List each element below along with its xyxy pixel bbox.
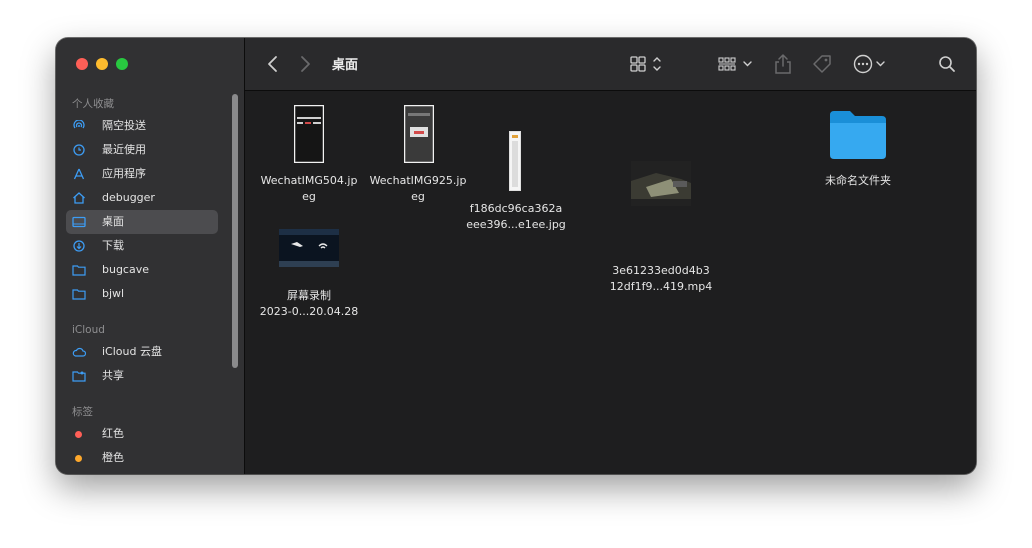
folder-name: 未命名文件夹 (825, 174, 891, 187)
image-thumbnail (509, 131, 521, 191)
sidebar-item-label: 红色 (102, 427, 124, 440)
image-thumbnail (404, 105, 434, 163)
home-icon (73, 192, 85, 204)
file-name-line: WechatIMG925.jp (369, 174, 467, 187)
file-grid[interactable]: WechatIMG504.jp eg WechatIMG925.jp eg f1… (245, 91, 976, 474)
file-name-line: 3e61233ed0d4b3 (612, 264, 710, 277)
sidebar-tag-red[interactable]: 红色 (66, 422, 218, 446)
file-name-line: 屏幕录制 (287, 289, 331, 302)
sidebar-tag-yellow[interactable]: 黄色 (66, 470, 218, 474)
sidebar-item-label: debugger (102, 191, 155, 204)
sidebar-item-recents[interactable]: 最近使用 (66, 138, 218, 162)
tag-icon[interactable] (810, 52, 834, 76)
sidebar-item-label: 橙色 (102, 451, 124, 464)
sidebar-item-downloads[interactable]: 下载 (66, 234, 218, 258)
desktop-icon (72, 216, 86, 228)
sidebar-item-label: iCloud 云盘 (102, 345, 162, 358)
close-window-button[interactable] (76, 58, 88, 70)
sidebar-item-label: 下载 (102, 239, 124, 252)
sidebar-item-label: 共享 (102, 369, 124, 382)
sidebar-item-label: 应用程序 (102, 167, 146, 180)
file-item[interactable]: f186dc96ca362a eee396...e1ee.jpg (461, 91, 571, 241)
icloud-header: iCloud (72, 324, 105, 336)
file-name-line: eg (302, 190, 316, 203)
sidebar: 个人收藏 隔空投送 最近使用 应用程序 debugger 桌面 下载 bugca… (56, 38, 245, 474)
file-item[interactable]: 屏幕录制 2023-0...20.04.28 (254, 226, 364, 366)
minimize-window-button[interactable] (96, 58, 108, 70)
clock-icon (73, 144, 85, 156)
orange-tag-dot (75, 455, 82, 462)
sidebar-item-airdrop[interactable]: 隔空投送 (66, 114, 218, 138)
folder-icon (72, 289, 86, 300)
grid-view-icon[interactable] (629, 52, 667, 76)
search-icon[interactable] (936, 52, 958, 76)
video-thumbnail (631, 161, 691, 206)
sidebar-tag-orange[interactable]: 橙色 (66, 446, 218, 470)
toolbar: 桌面 (245, 38, 976, 91)
chevron-right-icon[interactable] (295, 52, 315, 76)
sidebar-list[interactable]: 个人收藏 隔空投送 最近使用 应用程序 debugger 桌面 下载 bugca… (56, 92, 244, 474)
folder-item[interactable]: 未命名文件夹 (803, 91, 913, 231)
sidebar-item-label: bjwl (102, 287, 125, 300)
sidebar-item-shared[interactable]: 共享 (66, 364, 218, 388)
window-controls (76, 58, 128, 70)
sidebar-item-label: bugcave (102, 263, 150, 276)
sidebar-item-label: 桌面 (102, 215, 124, 228)
sidebar-item-icloud-drive[interactable]: iCloud 云盘 (66, 340, 218, 364)
file-name-line: f186dc96ca362a (469, 202, 563, 215)
share-icon[interactable] (772, 52, 794, 76)
file-item[interactable]: WechatIMG504.jp eg (254, 91, 364, 221)
ellipsis-circle-icon[interactable] (851, 52, 891, 76)
sidebar-item-home[interactable]: debugger (66, 186, 218, 210)
sidebar-item-bugcave[interactable]: bugcave (66, 258, 218, 282)
group-by-icon[interactable] (717, 52, 757, 76)
download-icon (73, 240, 85, 252)
chevron-left-icon[interactable] (263, 52, 283, 76)
tags-header: 标签 (72, 406, 93, 418)
sidebar-item-label: 隔空投送 (102, 119, 146, 132)
sidebar-scrollbar[interactable] (232, 94, 238, 368)
file-name-line: WechatIMG504.jp (260, 174, 358, 187)
favorites-header: 个人收藏 (72, 98, 114, 110)
applications-icon (73, 168, 85, 180)
page-title: 桌面 (332, 58, 359, 73)
image-thumbnail (294, 105, 324, 163)
file-item[interactable]: 3e61233ed0d4b3 12df1f9...419.mp4 (606, 91, 716, 301)
zoom-window-button[interactable] (116, 58, 128, 70)
folder-icon (72, 265, 86, 276)
folder-icon (830, 111, 886, 159)
red-tag-dot (75, 431, 82, 438)
airdrop-icon (73, 120, 85, 129)
screen-recording-thumbnail (279, 229, 339, 267)
sidebar-item-desktop[interactable]: 桌面 (66, 210, 218, 234)
file-name-line: 12df1f9...419.mp4 (609, 280, 713, 293)
file-item[interactable]: WechatIMG925.jp eg (363, 91, 473, 221)
finder-window: 个人收藏 隔空投送 最近使用 应用程序 debugger 桌面 下载 bugca… (56, 38, 976, 474)
cloud-icon (72, 347, 86, 357)
file-name-line: eee396...e1ee.jpg (466, 218, 566, 231)
file-name-line: 2023-0...20.04.28 (259, 305, 359, 318)
sidebar-item-label: 最近使用 (102, 143, 146, 156)
sidebar-item-applications[interactable]: 应用程序 (66, 162, 218, 186)
sidebar-item-bjwl[interactable]: bjwl (66, 282, 218, 306)
shared-folder-icon (72, 371, 86, 382)
file-name-line: eg (411, 190, 425, 203)
